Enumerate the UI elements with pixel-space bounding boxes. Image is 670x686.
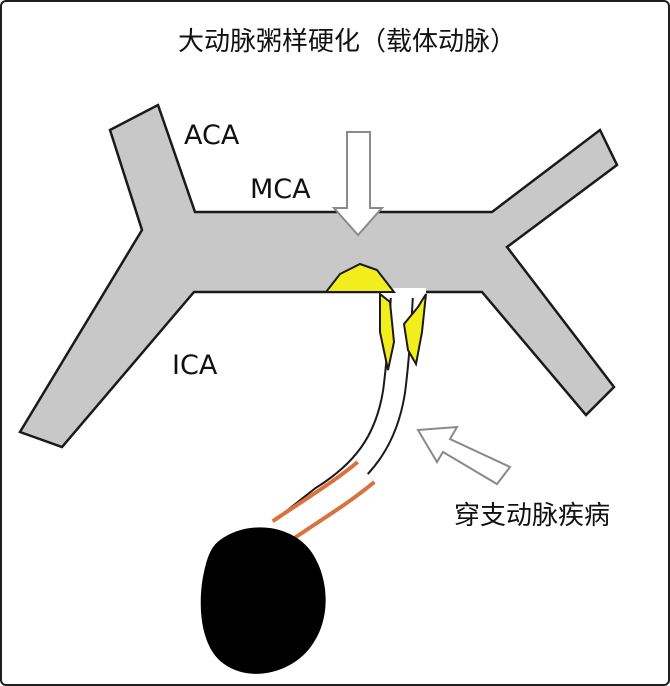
penetrating-pointer-arrow	[416, 425, 512, 486]
lacunar-infarct	[200, 527, 326, 674]
vessel-wall-lumen	[273, 463, 374, 542]
label-penetrating-artery-disease: 穿支动脉疾病	[454, 501, 610, 531]
label-mca: MCA	[250, 174, 311, 205]
artery-tree	[18, 103, 619, 449]
diagram-frame: 大动脉粥样硬化（载体动脉） ACA MCA ICA 穿支动脉疾病	[0, 0, 670, 686]
label-ica: ICA	[172, 350, 218, 381]
diagram-title: 大动脉粥样硬化（载体动脉）	[178, 27, 516, 57]
label-aca: ACA	[184, 120, 240, 151]
artery-diagram: 大动脉粥样硬化（载体动脉） ACA MCA ICA 穿支动脉疾病	[18, 27, 619, 674]
